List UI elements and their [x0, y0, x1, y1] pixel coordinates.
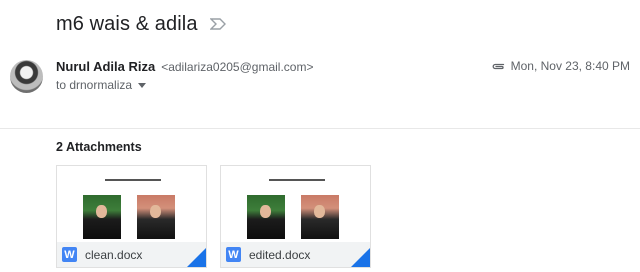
sender-email: <adilariza0205@gmail.com> — [161, 60, 314, 74]
importance-marker-icon[interactable] — [209, 18, 226, 30]
attachment-preview[interactable] — [221, 166, 370, 242]
photo-thumbnail — [247, 195, 285, 239]
photo-thumbnail — [83, 195, 121, 239]
subject-row: m6 wais & adila — [56, 11, 226, 37]
page-fold-icon — [350, 248, 370, 267]
attachment-filename: edited.docx — [249, 248, 311, 262]
photo-thumbnail — [137, 195, 175, 239]
recipients-row[interactable]: to drnormaliza — [56, 78, 147, 92]
chevron-down-icon[interactable] — [138, 82, 147, 88]
attachment-footer[interactable]: W edited.docx — [221, 242, 370, 267]
page-fold-icon — [186, 248, 206, 267]
paperclip-icon — [492, 63, 504, 70]
recipients-text: to drnormaliza — [56, 78, 133, 92]
date-row: Mon, Nov 23, 8:40 PM — [491, 59, 630, 73]
word-doc-icon: W — [226, 247, 241, 262]
sender-avatar[interactable] — [10, 60, 43, 93]
divider — [0, 128, 640, 129]
document-heading — [269, 179, 325, 182]
document-heading — [105, 179, 161, 182]
email-date: Mon, Nov 23, 8:40 PM — [510, 59, 630, 73]
attachment-footer[interactable]: W clean.docx — [57, 242, 206, 267]
attachment-preview[interactable] — [57, 166, 206, 242]
attachment-card[interactable]: W clean.docx — [56, 165, 207, 268]
sender-name[interactable]: Nurul Adila Riza — [56, 59, 155, 74]
sender-row: Nurul Adila Riza <adilariza0205@gmail.co… — [56, 59, 313, 74]
photo-thumbnail — [301, 195, 339, 239]
email-subject: m6 wais & adila — [56, 12, 198, 35]
word-doc-icon: W — [62, 247, 77, 262]
attachment-filename: clean.docx — [85, 248, 143, 262]
attachment-card[interactable]: W edited.docx — [220, 165, 371, 268]
attachments-title: 2 Attachments — [56, 140, 142, 154]
